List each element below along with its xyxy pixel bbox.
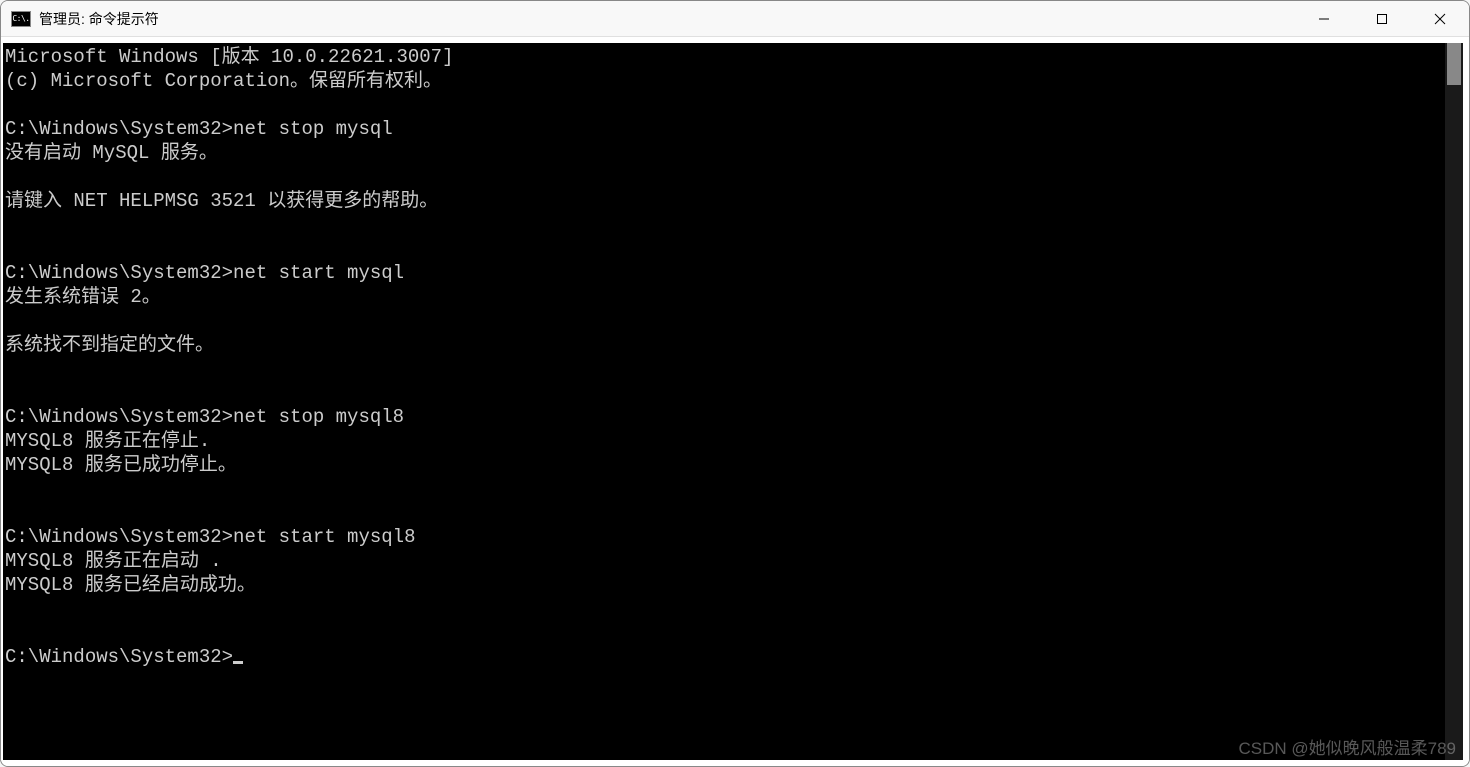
terminal-line: C:\Windows\System32>net stop mysql8	[5, 405, 1445, 429]
terminal-line: 发生系统错误 2。	[5, 285, 1445, 309]
terminal-line: 请键入 NET HELPMSG 3521 以获得更多的帮助。	[5, 189, 1445, 213]
terminal-line	[5, 93, 1445, 117]
scrollbar-thumb[interactable]	[1447, 43, 1461, 85]
terminal-line	[5, 477, 1445, 501]
close-button[interactable]	[1411, 1, 1469, 36]
terminal-line: C:\Windows\System32>net start mysql	[5, 261, 1445, 285]
terminal-line: MYSQL8 服务已经启动成功。	[5, 573, 1445, 597]
terminal-line	[5, 597, 1445, 621]
minimize-icon	[1318, 13, 1330, 25]
terminal-container: Microsoft Windows [版本 10.0.22621.3007](c…	[1, 37, 1469, 766]
scrollbar-track[interactable]	[1445, 43, 1463, 760]
terminal-line	[5, 309, 1445, 333]
terminal-line	[5, 381, 1445, 405]
terminal-line	[5, 501, 1445, 525]
terminal-line	[5, 237, 1445, 261]
window-title: 管理员: 命令提示符	[39, 9, 159, 29]
terminal-line: MYSQL8 服务正在停止.	[5, 429, 1445, 453]
titlebar[interactable]: C:\. 管理员: 命令提示符	[1, 1, 1469, 37]
close-icon	[1434, 13, 1446, 25]
terminal-line: MYSQL8 服务正在启动 .	[5, 549, 1445, 573]
prompt-text: C:\Windows\System32>	[5, 646, 233, 668]
terminal-line: C:\Windows\System32>net start mysql8	[5, 525, 1445, 549]
terminal-line: C:\Windows\System32>net stop mysql	[5, 117, 1445, 141]
maximize-button[interactable]	[1353, 1, 1411, 36]
terminal-line: MYSQL8 服务已成功停止。	[5, 453, 1445, 477]
terminal-line	[5, 621, 1445, 645]
terminal-line: Microsoft Windows [版本 10.0.22621.3007]	[5, 45, 1445, 69]
cmd-icon: C:\.	[11, 11, 31, 27]
window-controls	[1295, 1, 1469, 36]
terminal-line: (c) Microsoft Corporation。保留所有权利。	[5, 69, 1445, 93]
minimize-button[interactable]	[1295, 1, 1353, 36]
terminal-line: 没有启动 MySQL 服务。	[5, 141, 1445, 165]
terminal-prompt[interactable]: C:\Windows\System32>	[5, 645, 1445, 669]
terminal-line	[5, 357, 1445, 381]
terminal-line	[5, 213, 1445, 237]
titlebar-left: C:\. 管理员: 命令提示符	[1, 9, 159, 29]
terminal-line	[5, 165, 1445, 189]
command-prompt-window: C:\. 管理员: 命令提示符 Microsoft Windows [版本 10…	[0, 0, 1470, 767]
cursor	[233, 661, 243, 664]
terminal-output[interactable]: Microsoft Windows [版本 10.0.22621.3007](c…	[3, 43, 1445, 760]
terminal-line: 系统找不到指定的文件。	[5, 333, 1445, 357]
maximize-icon	[1376, 13, 1388, 25]
